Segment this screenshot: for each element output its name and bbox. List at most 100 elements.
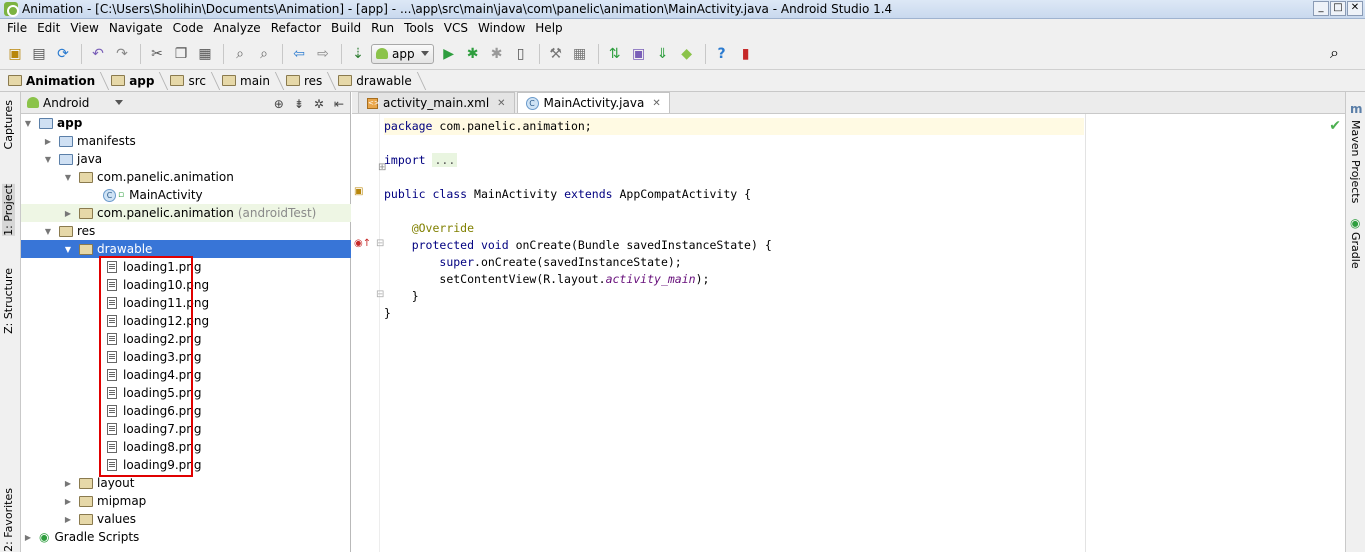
close-button[interactable]: ✕	[1347, 1, 1363, 16]
project-view-select[interactable]: Android	[27, 96, 123, 110]
tree-item-loading5[interactable]: loading5.png	[21, 384, 351, 402]
expand-arrow-icon[interactable]: ▼	[43, 155, 53, 164]
sync-icon[interactable]: ⟳	[52, 43, 74, 65]
menu-help[interactable]: Help	[530, 19, 567, 38]
expand-arrow-icon[interactable]: ▶	[63, 497, 73, 506]
tab-mainactivity-java[interactable]: C MainActivity.java ✕	[516, 92, 670, 113]
menu-code[interactable]: Code	[168, 19, 209, 38]
tree-item-res[interactable]: ▼ res	[21, 222, 351, 240]
debug-icon[interactable]: ✱	[462, 43, 484, 65]
tree-item-java[interactable]: ▼ java	[21, 150, 351, 168]
tree-item-loading4[interactable]: loading4.png	[21, 366, 351, 384]
search-everywhere-icon[interactable]: ⌕	[1330, 43, 1339, 63]
expand-arrow-icon[interactable]: ▶	[23, 533, 33, 542]
breadcrumb-res[interactable]: res	[285, 74, 332, 88]
avd-manager-icon[interactable]: ▣	[628, 43, 650, 65]
stop-icon[interactable]: ▮	[735, 43, 757, 65]
tab-structure[interactable]: Z: Structure	[2, 268, 15, 334]
tree-item-loading7[interactable]: loading7.png	[21, 420, 351, 438]
maximize-button[interactable]: □	[1330, 1, 1346, 16]
tab-maven-projects[interactable]: Maven Projects	[1349, 120, 1362, 203]
tree-item-loading12[interactable]: loading12.png	[21, 312, 351, 330]
tree-item-loading10[interactable]: loading10.png	[21, 276, 351, 294]
menu-build[interactable]: Build	[326, 19, 366, 38]
tree-item-layout[interactable]: ▶ layout	[21, 474, 351, 492]
menu-run[interactable]: Run	[366, 19, 399, 38]
tree-item-loading11[interactable]: loading11.png	[21, 294, 351, 312]
gradle-sync-icon[interactable]: ⇅	[604, 43, 626, 65]
expand-arrow-icon[interactable]: ▼	[63, 173, 73, 182]
tab-captures[interactable]: Captures	[2, 100, 15, 149]
attach-debugger-icon[interactable]: ✱	[486, 43, 508, 65]
menu-refactor[interactable]: Refactor	[266, 19, 326, 38]
project-structure-icon[interactable]: ⚒	[545, 43, 567, 65]
tab-gradle[interactable]: Gradle	[1349, 232, 1362, 269]
copy-icon[interactable]: ❐	[170, 43, 192, 65]
menu-vcs[interactable]: VCS	[439, 19, 473, 38]
folded-imports[interactable]: ...	[432, 153, 458, 167]
tree-item-loading2[interactable]: loading2.png	[21, 330, 351, 348]
expand-arrow-icon[interactable]: ▶	[63, 479, 73, 488]
sdk-manager-icon[interactable]: ⇓	[652, 43, 674, 65]
tree-item-app[interactable]: ▼ app	[21, 114, 351, 132]
tree-item-gradle-scripts[interactable]: ▶ ◉ Gradle Scripts	[21, 528, 351, 546]
make-project-icon[interactable]: ⇣	[347, 43, 369, 65]
menu-view[interactable]: View	[65, 19, 103, 38]
redo-icon[interactable]: ↷	[111, 43, 133, 65]
paste-icon[interactable]: ▦	[194, 43, 216, 65]
save-icon[interactable]: ▤	[28, 43, 50, 65]
expand-arrow-icon[interactable]: ▶	[63, 515, 73, 524]
breadcrumb-drawable[interactable]: drawable	[338, 74, 421, 88]
device-icon[interactable]: ▯	[510, 43, 532, 65]
expand-arrow-icon[interactable]: ▼	[43, 227, 53, 236]
expand-arrow-icon[interactable]: ▶	[63, 209, 73, 218]
tree-item-manifests[interactable]: ▶ manifests	[21, 132, 351, 150]
help-icon[interactable]: ?	[711, 43, 733, 65]
find-icon[interactable]: ⌕	[229, 43, 251, 65]
collapse-all-icon[interactable]: ⇟	[294, 97, 304, 111]
expand-arrow-icon[interactable]: ▼	[63, 245, 73, 254]
run-icon[interactable]: ▶	[438, 43, 460, 65]
menu-navigate[interactable]: Navigate	[104, 19, 168, 38]
tab-project[interactable]: 1: Project	[2, 184, 15, 236]
settings-icon[interactable]: ▦	[569, 43, 591, 65]
menu-edit[interactable]: Edit	[32, 19, 65, 38]
tree-item-package[interactable]: ▼ com.panelic.animation	[21, 168, 351, 186]
hide-panel-icon[interactable]: ⇤	[334, 97, 344, 111]
breadcrumb-main[interactable]: main	[222, 74, 280, 88]
tree-item-loading1[interactable]: loading1.png	[21, 258, 351, 276]
close-icon[interactable]: ✕	[652, 98, 660, 109]
override-marker-icon[interactable]: ◉↑	[354, 238, 371, 249]
menu-tools[interactable]: Tools	[399, 19, 439, 38]
tree-item-values[interactable]: ▶ values	[21, 510, 351, 528]
cut-icon[interactable]: ✂	[146, 43, 168, 65]
activity-layout-icon[interactable]: ▣	[354, 186, 363, 197]
breadcrumb-animation[interactable]: Animation	[8, 74, 105, 88]
forward-icon[interactable]: ⇨	[312, 43, 334, 65]
tree-item-loading8[interactable]: loading8.png	[21, 438, 351, 456]
close-icon[interactable]: ✕	[497, 98, 505, 109]
tree-item-package-test[interactable]: ▶ com.panelic.animation (androidTest)	[21, 204, 351, 222]
menu-file[interactable]: File	[2, 19, 32, 38]
tree-item-loading6[interactable]: loading6.png	[21, 402, 351, 420]
menu-window[interactable]: Window	[473, 19, 530, 38]
undo-icon[interactable]: ↶	[87, 43, 109, 65]
expand-arrow-icon[interactable]: ▼	[23, 119, 33, 128]
expand-arrow-icon[interactable]: ▶	[43, 137, 53, 146]
tree-item-drawable[interactable]: ▼ drawable	[21, 240, 351, 258]
scroll-from-source-icon[interactable]: ⊕	[274, 97, 284, 111]
breadcrumb-src[interactable]: src	[170, 74, 216, 88]
tree-item-loading3[interactable]: loading3.png	[21, 348, 351, 366]
android-monitor-icon[interactable]: ◆	[676, 43, 698, 65]
gear-icon[interactable]: ✲	[314, 97, 324, 111]
tab-favorites[interactable]: 2: Favorites	[2, 488, 15, 552]
tab-activity-main-xml[interactable]: <> activity_main.xml ✕	[358, 92, 515, 113]
tree-item-loading9[interactable]: loading9.png	[21, 456, 351, 474]
tree-item-mainactivity[interactable]: C ▫ MainActivity	[21, 186, 351, 204]
minimize-button[interactable]: _	[1313, 1, 1329, 16]
code-area[interactable]: package com.panelic.animation; import ..…	[384, 118, 1084, 322]
tree-item-mipmap[interactable]: ▶ mipmap	[21, 492, 351, 510]
run-config-select[interactable]: app	[371, 43, 434, 64]
back-icon[interactable]: ⇦	[288, 43, 310, 65]
replace-icon[interactable]: ⌕	[253, 43, 275, 65]
